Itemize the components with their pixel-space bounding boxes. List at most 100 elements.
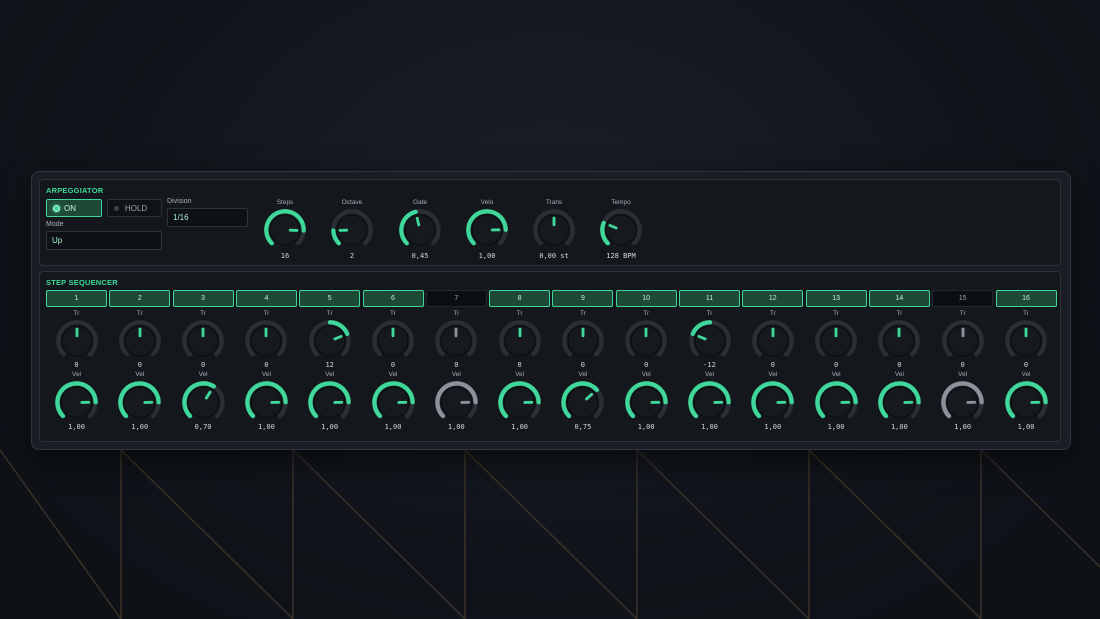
- vel-label: Vel: [578, 371, 588, 378]
- step-2-velocity-knob[interactable]: [116, 379, 163, 426]
- step-column-14: Tr 0 Vel 1,00: [868, 309, 931, 432]
- knob-value: 2: [349, 252, 355, 260]
- octave-knob[interactable]: [329, 207, 375, 253]
- arp-knob-gate: Gate 0,45: [390, 198, 450, 261]
- step-3-velocity-knob[interactable]: [180, 379, 227, 426]
- knob-label: Octave: [341, 199, 363, 206]
- step-toggle-8[interactable]: 8: [489, 290, 551, 307]
- step-toggle-16[interactable]: 16: [995, 290, 1057, 307]
- step-9-velocity-knob[interactable]: [559, 379, 606, 426]
- knob-label: Trans: [545, 199, 563, 206]
- step-toggle-12[interactable]: 12: [742, 290, 804, 307]
- step-7-velocity-knob[interactable]: [433, 379, 480, 426]
- tr-value: 0: [137, 361, 142, 369]
- step-toggle-10[interactable]: 10: [615, 290, 677, 307]
- step-6-transpose-knob[interactable]: [370, 318, 416, 364]
- tr-value: 0: [833, 361, 839, 369]
- step-10-velocity-knob[interactable]: [623, 379, 670, 426]
- step-4-velocity-knob[interactable]: [243, 379, 290, 426]
- step-column-15: Tr 0 Vel 1,00: [931, 309, 994, 432]
- vel-label: Vel: [388, 371, 398, 378]
- step-16-transpose-knob[interactable]: [1003, 318, 1049, 364]
- tr-value: 0: [390, 361, 396, 369]
- arp-knob-octave: Octave 2: [322, 198, 382, 261]
- step-toggle-15[interactable]: 15: [932, 290, 994, 307]
- tr-value: 0: [264, 361, 269, 369]
- gate-knob[interactable]: [397, 207, 443, 253]
- division-select[interactable]: 1/16: [167, 208, 248, 227]
- vel-label: Vel: [261, 371, 271, 378]
- step-column-8: Tr 0 Vel 1,00: [488, 309, 551, 432]
- step-toggle-14[interactable]: 14: [868, 290, 930, 307]
- steps-knob[interactable]: [262, 207, 308, 253]
- step-7-transpose-knob[interactable]: [433, 318, 479, 364]
- hold-button[interactable]: HOLD: [107, 199, 162, 217]
- tr-value: -12: [703, 361, 716, 369]
- step-13-transpose-knob[interactable]: [813, 318, 859, 364]
- step-5-velocity-knob[interactable]: [306, 379, 353, 426]
- on-button-label: ON: [64, 203, 76, 213]
- step-16-velocity-knob[interactable]: [1003, 379, 1050, 426]
- step-14-velocity-knob[interactable]: [876, 379, 923, 426]
- trans-knob[interactable]: [531, 207, 577, 253]
- tempo-knob[interactable]: [598, 207, 644, 253]
- arp-knob-steps: Steps 16: [255, 198, 315, 261]
- mode-select[interactable]: Up: [46, 231, 162, 250]
- hold-button-label: HOLD: [125, 203, 148, 213]
- step-toggle-9[interactable]: 9: [552, 290, 614, 307]
- step-12-transpose-knob[interactable]: [750, 318, 796, 364]
- vel-value: 1,00: [954, 423, 972, 431]
- step-toggle-13[interactable]: 13: [805, 290, 867, 307]
- tr-label: Tr: [579, 310, 586, 317]
- tr-label: Tr: [706, 310, 713, 317]
- step-11-transpose-knob[interactable]: [687, 318, 733, 364]
- step-5-transpose-knob[interactable]: [307, 318, 353, 364]
- step-1-transpose-knob[interactable]: [54, 318, 100, 364]
- step-toggle-6[interactable]: 6: [362, 290, 424, 307]
- step-2-transpose-knob[interactable]: [117, 318, 163, 364]
- arp-on-button[interactable]: ON: [46, 199, 102, 217]
- vel-label: Vel: [1021, 371, 1031, 378]
- vel-value: 0,75: [574, 423, 592, 431]
- step-toggle-4[interactable]: 4: [235, 290, 297, 307]
- step-15-transpose-knob[interactable]: [940, 318, 986, 364]
- vel-value: 0,70: [194, 423, 212, 431]
- step-column-1: Tr 0 Vel 1,00: [45, 309, 108, 432]
- step-toggle-7[interactable]: 7: [425, 290, 487, 307]
- step-8-velocity-knob[interactable]: [496, 379, 543, 426]
- step-11-velocity-knob[interactable]: [686, 379, 733, 426]
- step-column-12: Tr 0 Vel 1,00: [741, 309, 804, 432]
- arp-knob-velo: Velo 1,00: [457, 198, 517, 261]
- vel-value: 1,00: [447, 423, 465, 431]
- step-column-7: Tr 0 Vel 1,00: [425, 309, 488, 432]
- step-3-transpose-knob[interactable]: [180, 318, 226, 364]
- knob-value: 1,00: [478, 252, 496, 260]
- step-13-velocity-knob[interactable]: [813, 379, 860, 426]
- step-9-transpose-knob[interactable]: [560, 318, 606, 364]
- vel-label: Vel: [71, 371, 82, 378]
- step-column-16: Tr 0 Vel 1,00: [995, 309, 1058, 432]
- step-10-transpose-knob[interactable]: [623, 318, 669, 364]
- vel-label: Vel: [958, 371, 968, 378]
- vel-label: Vel: [704, 371, 715, 378]
- vel-label: Vel: [641, 371, 651, 378]
- step-6-velocity-knob[interactable]: [370, 379, 417, 426]
- tr-value: 0: [960, 361, 965, 369]
- step-14-transpose-knob[interactable]: [876, 318, 922, 364]
- step-toggle-1[interactable]: 1: [46, 290, 107, 307]
- step-4-transpose-knob[interactable]: [243, 318, 289, 364]
- tr-label: Tr: [769, 310, 776, 317]
- step-toggle-3[interactable]: 3: [172, 290, 234, 307]
- step-toggle-5[interactable]: 5: [299, 290, 361, 307]
- step-1-velocity-knob[interactable]: [53, 379, 100, 426]
- velo-knob[interactable]: [464, 207, 510, 253]
- knob-value: 16: [280, 252, 290, 260]
- step-8-transpose-knob[interactable]: [497, 318, 543, 364]
- knob-value: 128 BPM: [606, 252, 636, 260]
- step-toggle-11[interactable]: 11: [679, 290, 740, 307]
- step-toggle-2[interactable]: 2: [109, 290, 171, 307]
- step-15-velocity-knob[interactable]: [939, 379, 986, 426]
- arp-sequencer-panel: ARPEGGIATOR ON HOLD Mode Up Division 1/1…: [31, 171, 1071, 450]
- step-12-velocity-knob[interactable]: [749, 379, 796, 426]
- vel-value: 1,00: [384, 423, 402, 431]
